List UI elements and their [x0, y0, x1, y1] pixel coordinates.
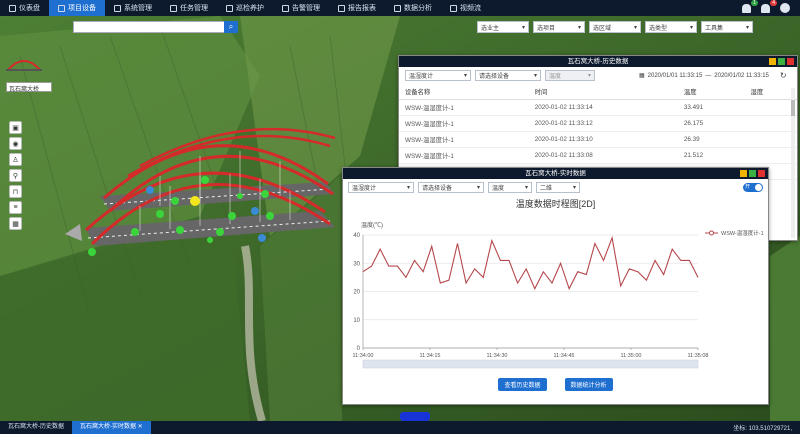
maximize-button[interactable]	[749, 170, 756, 177]
table-row[interactable]: WSW-温湿度计-1 2020-01-02 11:33:12 26.175	[399, 115, 797, 132]
field-select[interactable]: 温度 ▾	[545, 70, 595, 81]
nav-task[interactable]: 任务管理	[161, 0, 217, 16]
scrollbar[interactable]	[791, 88, 795, 238]
home-icon	[58, 4, 65, 12]
x-tick-label: 11:34:00	[352, 353, 373, 359]
x-tick-label: 11:35:08	[687, 353, 708, 359]
x-tick-label: 11:34:45	[553, 353, 574, 359]
table-row[interactable]: WSW-温湿度计-1 2020-01-02 11:33:08 21.512	[399, 147, 797, 164]
screenshot-icon[interactable]: ▦	[9, 217, 22, 230]
realtime-data-window: 瓦石窝大桥-实时数据 温湿度计 ▾ 请选择设备 ▾ 温度 ▾ 二维 ▾ 开 温度数据时程…	[342, 167, 769, 405]
cube-icon[interactable]: ▣	[9, 121, 22, 134]
alarm-icon	[282, 4, 289, 12]
temperature-chart: 温度数据时程图[2D] 温度(℃) 0 10 20 30 40 11:34:00 11:34:…	[343, 195, 768, 375]
chart-svg: 温度(℃) 0 10 20 30 40 11:34:00 11:34:15 11:34:30 11…	[352, 221, 764, 369]
tab-history[interactable]: 瓦石窝大桥-历史数据	[0, 421, 72, 434]
minimize-button[interactable]	[740, 170, 747, 177]
nav-inspection[interactable]: 巡检养护	[217, 0, 273, 16]
bell-icon[interactable]: 1	[742, 0, 758, 13]
analysis-icon	[394, 4, 401, 12]
y-tick-label: 10	[353, 318, 360, 324]
bridge-name-label[interactable]: 瓦石窝大桥	[6, 82, 52, 93]
realtime-toggle[interactable]: 开	[743, 182, 763, 192]
close-button[interactable]	[758, 170, 765, 177]
report-icon	[338, 4, 345, 12]
sensor-type-select[interactable]: 温湿度计 ▾	[348, 181, 414, 193]
y-tick-label: 40	[353, 233, 360, 239]
refresh-icon[interactable]: ↻	[780, 71, 787, 80]
user-icon[interactable]	[780, 3, 790, 13]
minimize-button[interactable]	[769, 58, 776, 65]
x-tick-label: 11:34:15	[419, 353, 440, 359]
close-icon[interactable]: ✕	[138, 424, 143, 430]
nav-project-device[interactable]: 项目设备	[49, 0, 105, 16]
alert-icon[interactable]: 4	[761, 0, 777, 13]
device-select[interactable]: 请选择设备 ▾	[475, 70, 541, 81]
project-select[interactable]: 选项目 ▾	[533, 21, 585, 33]
sensor-type-select[interactable]: 温湿度计 ▾	[405, 70, 471, 81]
field-select[interactable]: 温度 ▾	[488, 181, 532, 193]
maximize-button[interactable]	[778, 58, 785, 65]
top-nav: 仪表盘 项目设备 系统管理 任务管理 巡检养护 告警管理 报告报表 数据分析 视…	[0, 0, 800, 16]
device-select[interactable]: 请选择设备 ▾	[418, 181, 484, 193]
search-icon: ⌕	[228, 22, 234, 31]
nav-system[interactable]: 系统管理	[105, 0, 161, 16]
y-tick-label: 0	[357, 346, 361, 352]
share-icon[interactable]: ⚲	[9, 169, 22, 182]
coordinate-readout: 坐标: 103.510729721,	[733, 426, 792, 432]
y-tick-label: 30	[353, 261, 360, 267]
history-table: 设备名称 时间 温度 湿度 WSW-温湿度计-1 2020-01-02 11:33…	[399, 84, 797, 180]
table-row[interactable]: WSW-温湿度计-1 2020-01-02 11:33:14 33.491	[399, 99, 797, 116]
search-input[interactable]	[73, 21, 238, 33]
x-tick-label: 11:34:30	[486, 353, 507, 359]
nav-video[interactable]: 视频流	[441, 0, 490, 16]
history-window-title: 瓦石窝大桥-历史数据	[567, 58, 629, 65]
legend-marker	[709, 230, 714, 236]
stats-analysis-button[interactable]: 数据统计分析	[564, 378, 613, 391]
nav-alarm[interactable]: 告警管理	[273, 0, 329, 16]
y-axis-label: 温度(℃)	[361, 221, 383, 229]
layers-icon[interactable]: ≡	[9, 201, 22, 214]
x-tick-label: 11:35:00	[620, 353, 641, 359]
wrench-icon	[226, 4, 233, 12]
filter-bar: 选业主 ▾ 选项目 ▾ 选区域 ▾ 选类型 ▾ 工具集 ▾	[477, 21, 753, 33]
dashboard-icon	[9, 4, 16, 12]
close-button[interactable]	[787, 58, 794, 65]
view-history-button[interactable]: 查看历史数据	[498, 378, 547, 391]
dimension-select[interactable]: 二维 ▾	[536, 181, 580, 193]
eye-icon	[170, 4, 177, 12]
chart-title: 温度数据时程图[2D]	[515, 199, 596, 209]
y-tick-label: 20	[353, 290, 360, 296]
lock-icon[interactable]: ⊓	[9, 185, 22, 198]
search-button[interactable]: ⌕	[224, 21, 238, 33]
bridge-logo	[6, 60, 42, 71]
table-row[interactable]: WSW-温湿度计-1 2020-01-02 11:33:10 26.39	[399, 131, 797, 148]
gear-icon	[114, 4, 121, 12]
status-pill	[400, 412, 430, 421]
camera-icon[interactable]: ◉	[9, 137, 22, 150]
nav-analysis[interactable]: 数据分析	[385, 0, 441, 16]
tab-realtime[interactable]: 瓦石窝大桥-实时数据 ✕	[72, 421, 151, 434]
type-select[interactable]: 选类型 ▾	[645, 21, 697, 33]
region-select[interactable]: 选区域 ▾	[589, 21, 641, 33]
realtime-window-title: 瓦石窝大桥-实时数据	[525, 170, 586, 177]
date-range[interactable]: ▦ 2020/01/01 11:33:15 — 2020/01/02 11:33…	[639, 71, 787, 80]
bottom-bar: 瓦石窝大桥-历史数据 瓦石窝大桥-实时数据 ✕ 坐标: 103.51072972…	[0, 421, 800, 434]
calendar-icon: ▦	[639, 73, 645, 79]
zoom-slider	[362, 359, 699, 369]
legend-label: WSW-温湿度计-1	[721, 229, 764, 237]
owner-select[interactable]: 选业主 ▾	[477, 21, 529, 33]
video-icon	[450, 4, 457, 12]
nav-report[interactable]: 报告报表	[329, 0, 385, 16]
nav-dashboard[interactable]: 仪表盘	[0, 0, 49, 16]
toolset-select[interactable]: 工具集 ▾	[701, 21, 753, 33]
tool-panel: ▣ ◉ ♙ ⚲ ⊓ ≡ ▦	[9, 121, 22, 230]
person-icon[interactable]: ♙	[9, 153, 22, 166]
